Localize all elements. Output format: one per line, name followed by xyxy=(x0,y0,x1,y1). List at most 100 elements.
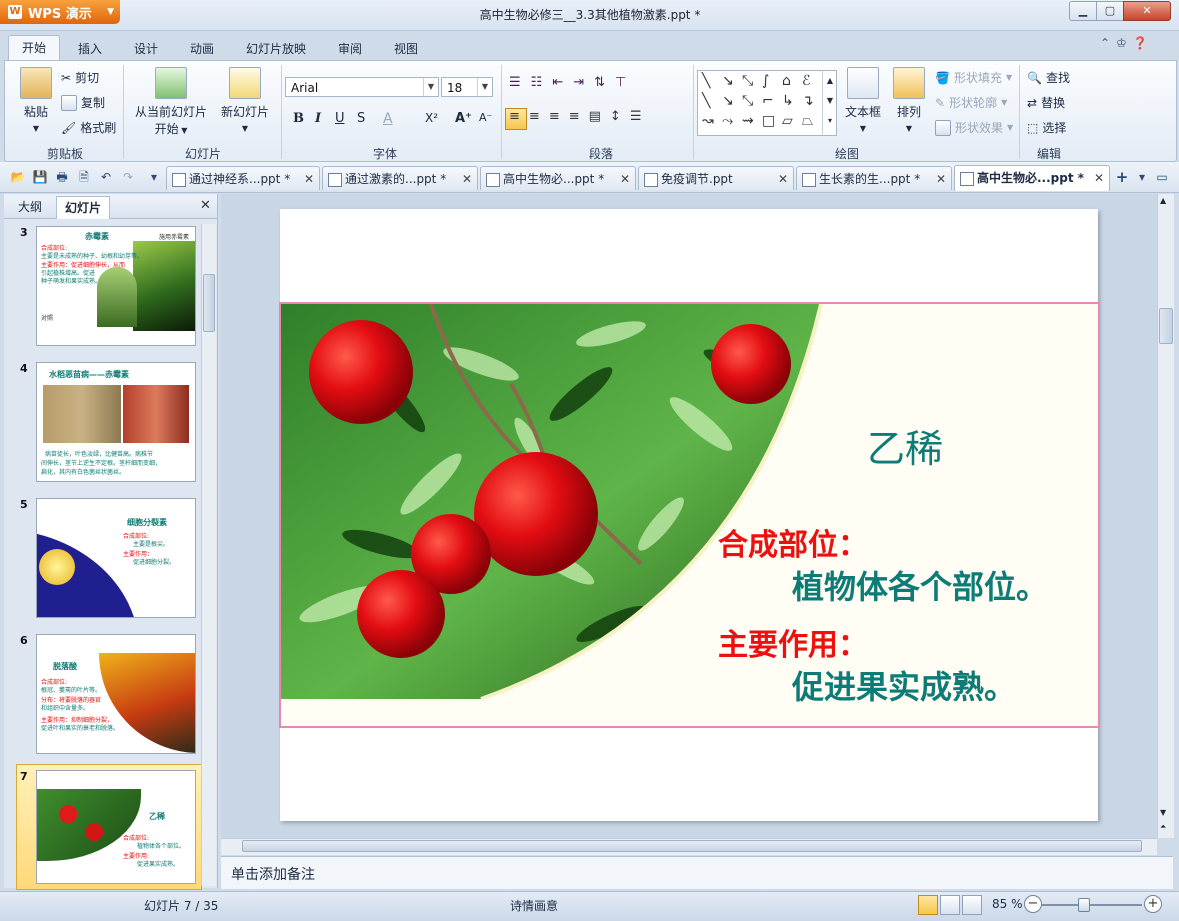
double-arrow-shape-icon[interactable]: ⤡ xyxy=(742,73,753,89)
previous-slide-icon[interactable]: ⏶ xyxy=(1160,822,1166,832)
minimize-button[interactable]: ▁ xyxy=(1069,1,1097,21)
tab-layout-icon[interactable]: ▭ xyxy=(1154,169,1170,185)
textbox-button[interactable]: 文本框 ▼ xyxy=(841,67,885,134)
numbering-icon[interactable]: ☷ xyxy=(531,75,553,90)
close-pane-icon[interactable]: ✕ xyxy=(200,198,211,213)
arrange-button[interactable]: 排列 ▼ xyxy=(889,67,929,134)
tab-insert[interactable]: 插入 xyxy=(78,38,102,60)
close-tab-icon[interactable]: ✕ xyxy=(778,167,788,190)
tab-animation[interactable]: 动画 xyxy=(190,38,214,60)
zoom-out-icon[interactable]: − xyxy=(1024,895,1042,913)
doc-tab[interactable]: 高中生物必...ppt * ✕ xyxy=(480,166,636,190)
play-from-current-button[interactable]: 从当前幻灯片 开始 ▼ xyxy=(129,67,213,137)
quick-access-menu-icon[interactable]: ▾ xyxy=(146,169,162,185)
slide-thumbnail[interactable]: 水稻恶苗病——赤霉素 病苗徒长，叶色淡绿，比健苗高。病株节 间伸长，茎节上逆生不… xyxy=(36,362,196,482)
slide-thumbnail[interactable]: 细胞分裂素 合成部位: 主要是根尖。 主要作用： 促进细胞分裂。 xyxy=(36,498,196,618)
connector-shape-icon[interactable]: ╲ xyxy=(702,93,710,109)
arrow-shape-icon[interactable]: ↘ xyxy=(722,73,734,89)
justify-icon[interactable]: ≡ xyxy=(569,109,589,124)
paste-button[interactable]: 粘贴 ▼ xyxy=(13,67,59,134)
shape-fill-button[interactable]: 🪣 形状填充 ▼ xyxy=(935,69,1012,86)
help-icon[interactable]: ❓ xyxy=(1133,36,1154,50)
elbow-arrow-shape-icon[interactable]: ↳ xyxy=(782,93,794,109)
new-slide-button[interactable]: 新幻灯片 ▼ xyxy=(217,67,273,134)
vertical-scroll-thumb[interactable] xyxy=(1159,308,1173,344)
outdent-icon[interactable]: ⇤ xyxy=(552,75,573,90)
elbow-shape-icon[interactable]: ⌐ xyxy=(762,93,774,109)
tab-slides[interactable]: 幻灯片 xyxy=(56,196,111,219)
doc-tab[interactable]: 通过神经系...ppt * ✕ xyxy=(166,166,320,190)
wps-menu-button[interactable]: W WPS 演示 ▼ xyxy=(0,0,120,24)
vertical-scrollbar[interactable]: ▲ ▼ ⏶ xyxy=(1157,194,1174,838)
slide-thumbnail[interactable]: 脱落酸 合成部位: 根冠、萎蔫的叶片等。 分布：将要脱落的器官 和组织中含量多。… xyxy=(36,634,196,754)
cut-button[interactable]: ✂ 剪切 xyxy=(61,69,99,86)
zoom-slider-knob[interactable] xyxy=(1078,898,1090,912)
main-function-value[interactable]: 促进果实成熟。 xyxy=(792,662,1016,708)
connector-arrow-shape-icon[interactable]: ↘ xyxy=(722,93,734,109)
tab-list-icon[interactable]: ▾ xyxy=(1134,169,1150,185)
trapezoid-shape-icon[interactable]: ⏢ xyxy=(802,113,813,129)
underline-button[interactable]: U xyxy=(335,111,345,126)
replace-button[interactable]: ⇄ 替换 xyxy=(1027,94,1065,111)
slide-sorter-icon[interactable] xyxy=(940,895,960,915)
tab-view[interactable]: 视图 xyxy=(394,38,418,60)
close-button[interactable]: ✕ xyxy=(1123,1,1171,21)
shapes-gallery[interactable]: ╲ ↘ ⤡ ∫ ⌂ ℰ ╲ ↘ ⤡ ⌐ ↳ ↴ ↝ ⤳ ⇝ □ ▱ ⏢ ▲ ▼ ▾ xyxy=(697,70,837,136)
zoom-in-icon[interactable]: + xyxy=(1144,895,1162,913)
parallelogram-shape-icon[interactable]: ▱ xyxy=(782,113,793,129)
scroll-up-icon[interactable]: ▲ xyxy=(1160,196,1166,205)
maximize-button[interactable]: ▢ xyxy=(1096,1,1124,21)
open-folder-icon[interactable]: 📂 xyxy=(10,169,26,185)
curved-connector-shape-icon[interactable]: ↝ xyxy=(702,113,714,129)
main-function-label[interactable]: 主要作用： xyxy=(718,620,868,664)
slide-thumbnail[interactable]: 赤霉素 施用赤霉素 合成部位: 主要是未成熟的种子、幼根和幼芽等。 主要作用：促… xyxy=(36,226,196,346)
align-right-icon[interactable]: ≡ xyxy=(549,109,569,124)
thumbnail-scroll-thumb[interactable] xyxy=(203,274,215,332)
doc-tab[interactable]: 免疫调节.ppt ✕ xyxy=(638,166,794,190)
shape-outline-button[interactable]: ✎ 形状轮廓 ▼ xyxy=(935,94,1007,111)
font-color-button[interactable]: A xyxy=(383,111,393,127)
save-icon[interactable]: 💾 xyxy=(32,169,48,185)
slideshow-view-icon[interactable] xyxy=(962,895,982,915)
shrink-font-button[interactable]: A⁻ xyxy=(479,111,492,124)
bullets-icon[interactable]: ☰ xyxy=(509,75,531,90)
horizontal-scroll-thumb[interactable] xyxy=(242,840,1142,852)
find-button[interactable]: 🔍 查找 xyxy=(1027,69,1070,86)
close-tab-icon[interactable]: ✕ xyxy=(1094,166,1104,190)
shape-effect-button[interactable]: 形状效果 ▼ xyxy=(935,119,1013,136)
tab-design[interactable]: 设计 xyxy=(134,38,158,60)
line-spacing-icon[interactable]: ↕ xyxy=(610,109,630,124)
close-tab-icon[interactable]: ✕ xyxy=(304,167,314,190)
normal-view-icon[interactable] xyxy=(918,895,938,915)
align-center-icon[interactable]: ≡ xyxy=(529,109,549,124)
align-text-icon[interactable]: ⊤ xyxy=(615,75,636,90)
doc-tab-active[interactable]: 高中生物必...ppt * ✕ xyxy=(954,165,1110,191)
text-direction-icon[interactable]: ⇅ xyxy=(594,75,615,90)
font-size-select[interactable]: 18 ▼ xyxy=(441,77,493,97)
doc-tab[interactable]: 通过激素的...ppt * ✕ xyxy=(322,166,478,190)
bold-button[interactable]: B xyxy=(293,111,304,126)
close-tab-icon[interactable]: ✕ xyxy=(462,167,472,190)
skin-icon[interactable]: ♔ xyxy=(1116,36,1133,50)
elbow-double-shape-icon[interactable]: ↴ xyxy=(802,93,814,109)
copy-button[interactable]: 复制 xyxy=(61,94,105,111)
connector-double-shape-icon[interactable]: ⤡ xyxy=(742,93,753,109)
freeform-shape-icon[interactable]: ⌂ xyxy=(782,73,791,89)
superscript-button[interactable]: X² xyxy=(425,111,438,125)
curve-shape-icon[interactable]: ∫ xyxy=(762,73,769,89)
gallery-scroll[interactable]: ▲ ▼ ▾ xyxy=(822,71,837,135)
indent-icon[interactable]: ⇥ xyxy=(573,75,594,90)
slide-title[interactable]: 乙稀 xyxy=(820,418,990,473)
slide-thumbnail-selected[interactable]: 乙稀 合成部位: 植物体各个部位。 主要作用: 促进果实成熟。 xyxy=(36,770,196,884)
tab-slideshow[interactable]: 幻灯片放映 xyxy=(246,38,306,60)
collapse-ribbon-icon[interactable]: ⌃ xyxy=(1100,36,1116,50)
rectangle-shape-icon[interactable]: □ xyxy=(762,113,775,129)
print-icon[interactable]: 🖶 xyxy=(54,169,70,185)
synthesis-site-value[interactable]: 植物体各个部位。 xyxy=(792,562,1048,608)
notes-pane[interactable]: 单击添加备注 xyxy=(221,856,1173,889)
close-tab-icon[interactable]: ✕ xyxy=(620,167,630,190)
new-tab-icon[interactable]: + xyxy=(1114,169,1130,185)
distribute-icon[interactable]: ▤ xyxy=(589,109,610,124)
grow-font-button[interactable]: A⁺ xyxy=(455,111,472,126)
print-preview-icon[interactable]: 🗎 xyxy=(76,169,92,185)
